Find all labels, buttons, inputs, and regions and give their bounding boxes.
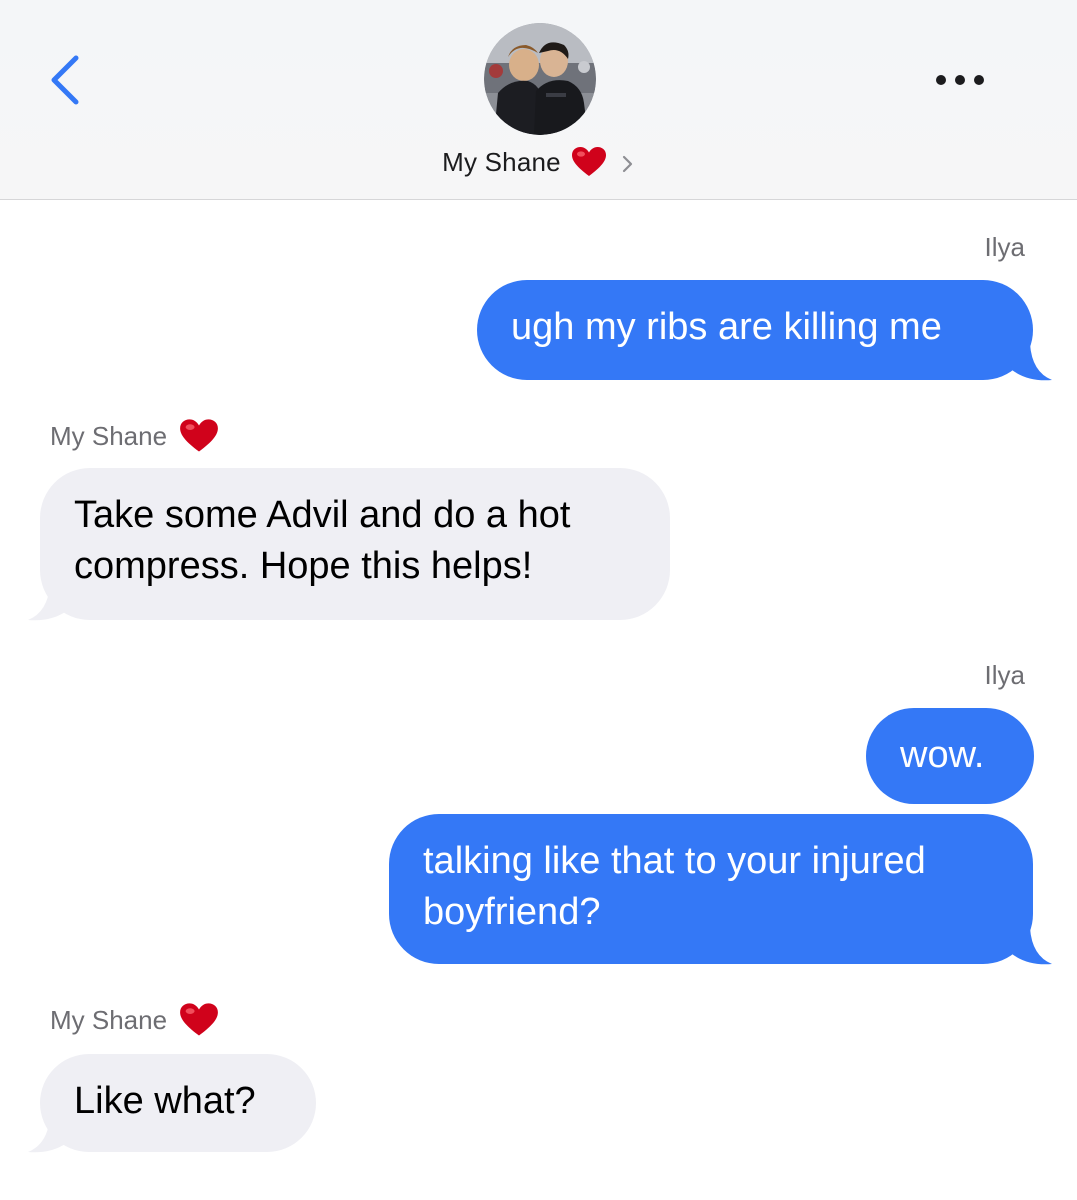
bubble-tail <box>1008 344 1052 381</box>
contact-name-button[interactable]: My Shane <box>0 140 1077 184</box>
message-text: wow. <box>900 734 985 776</box>
avatar-photo <box>484 23 596 135</box>
heart-icon <box>180 1003 218 1036</box>
messages-screen: My Shane Ilya ugh my ribs are killing me… <box>0 0 1077 1200</box>
ellipsis-icon <box>936 75 984 85</box>
back-button[interactable] <box>44 50 88 110</box>
conversation-header: My Shane <box>0 0 1077 200</box>
message-text: Like what? <box>74 1080 256 1122</box>
sender-label: Ilya <box>984 660 1025 690</box>
chevron-left-icon <box>51 55 79 105</box>
incoming-message-bubble[interactable]: Like what? <box>40 1054 316 1152</box>
sender-label: My Shane <box>50 1004 168 1035</box>
bubble-tail <box>28 1116 72 1153</box>
heart-icon <box>180 419 218 452</box>
bubble-tail <box>28 584 72 621</box>
message-text: ugh my ribs are killing me <box>511 306 942 348</box>
sender-label-row: My Shane <box>50 1002 219 1038</box>
sender-label-row: My Shane <box>50 418 219 454</box>
chevron-right-icon <box>622 155 632 173</box>
more-options-button[interactable] <box>928 62 992 98</box>
message-text: Take some Advil and do a hot compress. H… <box>74 494 571 587</box>
incoming-message-bubble[interactable]: Take some Advil and do a hot compress. H… <box>40 468 670 620</box>
message-text: talking like that to your injured boyfri… <box>423 840 926 933</box>
sender-label: Ilya <box>984 232 1025 262</box>
outgoing-message-bubble[interactable]: talking like that to your injured boyfri… <box>389 814 1033 964</box>
contact-name: My Shane <box>442 146 561 177</box>
heart-icon <box>571 147 606 176</box>
outgoing-message-bubble[interactable]: wow. <box>866 708 1034 804</box>
sender-label: My Shane <box>50 420 168 451</box>
outgoing-message-bubble[interactable]: ugh my ribs are killing me <box>477 280 1033 380</box>
contact-avatar[interactable] <box>484 23 596 135</box>
bubble-tail <box>1008 928 1052 965</box>
